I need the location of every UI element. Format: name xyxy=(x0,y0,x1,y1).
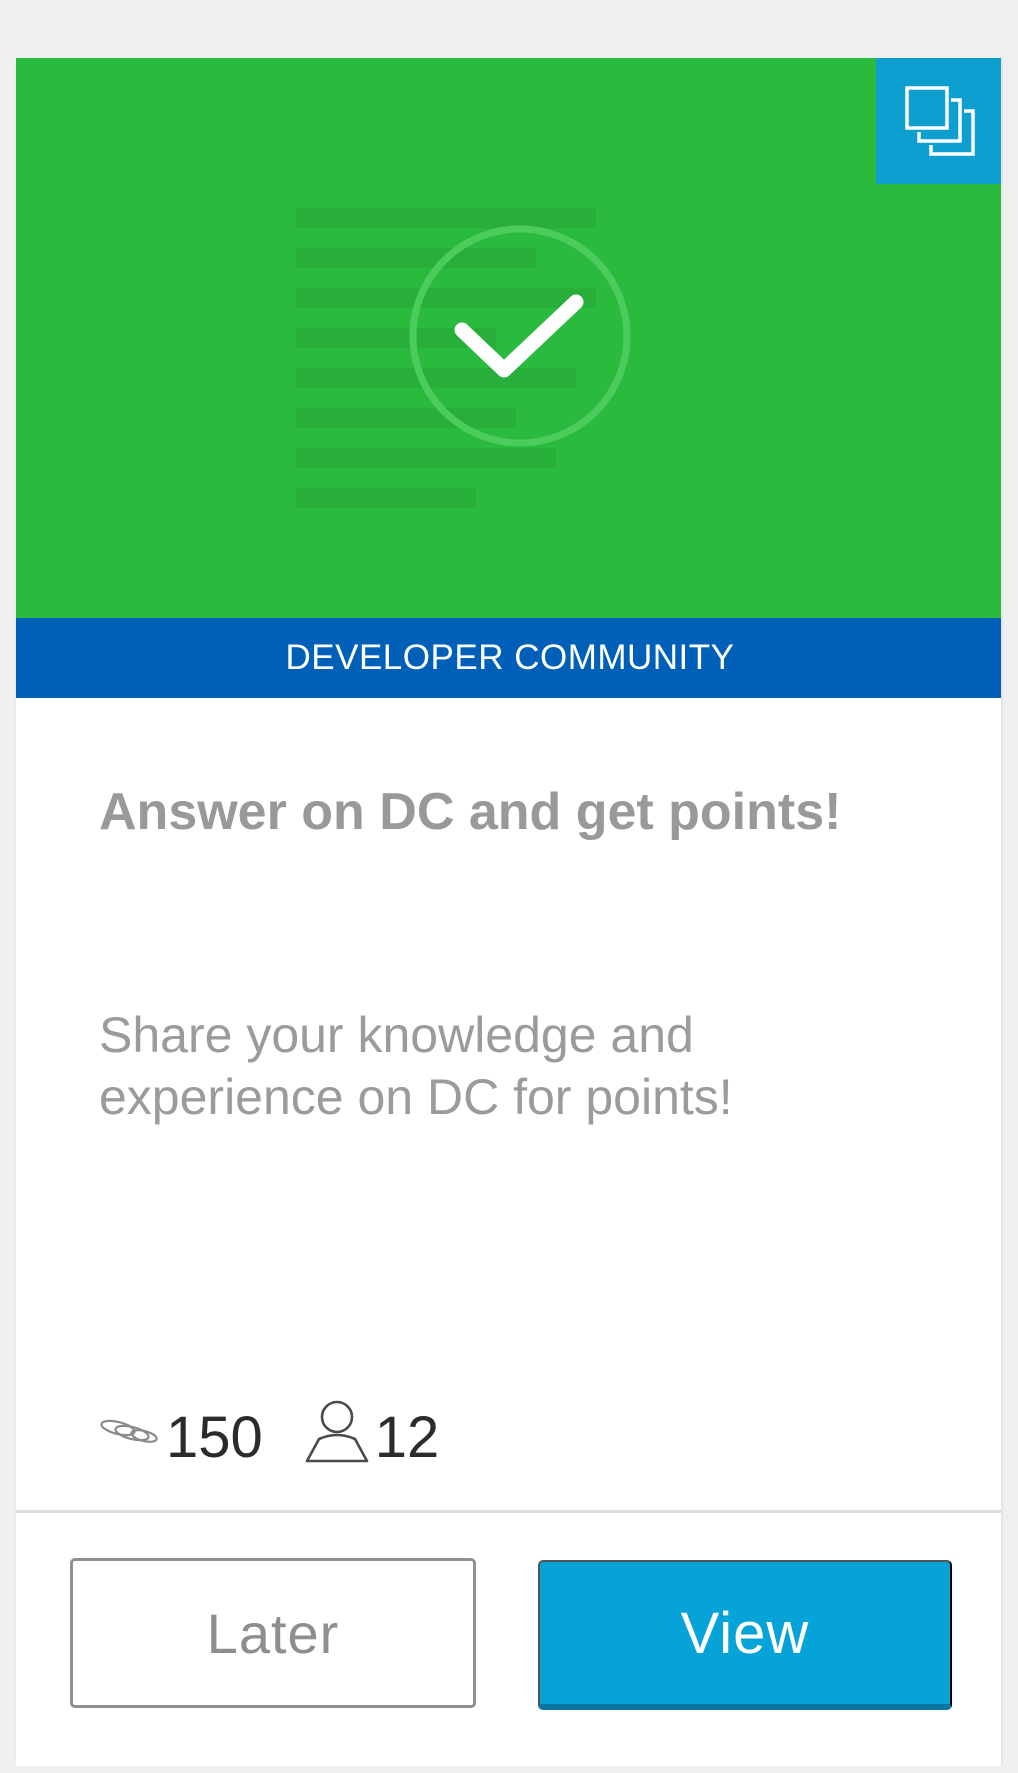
view-button[interactable]: View xyxy=(538,1560,952,1710)
later-button[interactable]: Later xyxy=(70,1558,476,1708)
card-title: Answer on DC and get points! xyxy=(99,783,842,841)
card-divider xyxy=(16,1510,1001,1513)
collection-badge[interactable] xyxy=(876,58,1001,184)
card-description: Share your knowledge and experience on D… xyxy=(99,1007,733,1125)
members-count: 12 xyxy=(374,1405,440,1470)
points-count: 150 xyxy=(166,1405,263,1470)
challenge-card: DEVELOPER COMMUNITY Answer on DC and get… xyxy=(15,58,1003,1766)
checkmark-circle-icon xyxy=(409,225,631,447)
stacked-cards-icon xyxy=(905,86,975,156)
user-icon xyxy=(305,1400,369,1463)
card-stats: 150 12 xyxy=(98,1398,439,1478)
category-banner: DEVELOPER COMMUNITY xyxy=(16,618,1001,698)
coins-icon xyxy=(100,1419,158,1443)
card-hero xyxy=(16,58,1001,618)
